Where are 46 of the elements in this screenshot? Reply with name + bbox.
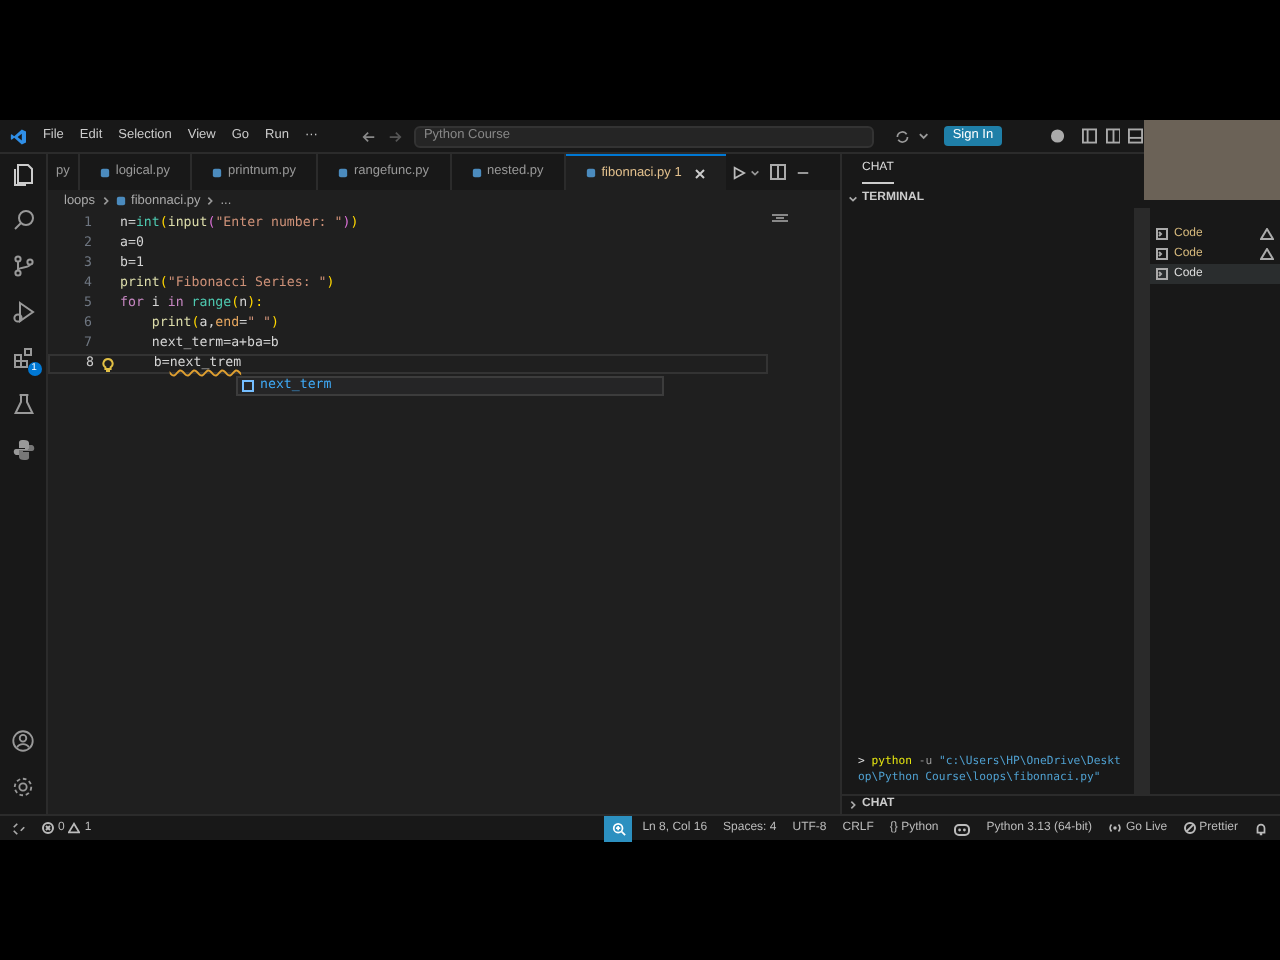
chevron-down-icon[interactable] xyxy=(749,167,760,177)
prohibited-icon xyxy=(1183,822,1196,834)
broadcast-icon xyxy=(1107,822,1122,834)
explorer-icon[interactable] xyxy=(11,162,35,186)
warning-icon xyxy=(68,822,81,834)
webcam-video-placeholder xyxy=(1143,120,1280,200)
variable-icon xyxy=(242,380,254,392)
sync-icon[interactable] xyxy=(894,127,912,145)
python-file-icon xyxy=(211,167,222,177)
python-file-icon xyxy=(99,167,110,177)
run-icon[interactable] xyxy=(731,165,746,179)
flask-icon[interactable] xyxy=(11,392,35,416)
bottom-panel-icon[interactable] xyxy=(1128,128,1144,144)
remote-icon[interactable] xyxy=(12,821,26,835)
forward-arrow-icon[interactable] xyxy=(387,129,402,143)
source-control-icon[interactable] xyxy=(11,254,35,278)
lightbulb-icon[interactable] xyxy=(102,357,114,371)
close-icon[interactable] xyxy=(693,167,706,179)
terminal-icon xyxy=(1156,248,1168,260)
error-icon xyxy=(42,822,54,834)
zoom-button[interactable] xyxy=(604,815,633,841)
python-file-icon xyxy=(337,167,348,177)
layout-icon[interactable] xyxy=(1082,128,1098,144)
chevron-right-icon xyxy=(206,196,215,206)
account-icon[interactable] xyxy=(12,730,34,752)
split-editor-icon[interactable] xyxy=(769,164,786,180)
back-arrow-icon[interactable] xyxy=(361,129,376,143)
chevron-down-icon xyxy=(848,193,858,203)
terminal-icon xyxy=(1156,268,1168,280)
python-file-icon xyxy=(585,168,596,178)
chevron-right-icon xyxy=(101,196,110,206)
terminal-icon xyxy=(1156,228,1168,240)
app-logo-icon xyxy=(10,127,27,145)
python-file-icon xyxy=(471,167,482,177)
python-file-icon xyxy=(115,196,126,206)
notification-bell-icon[interactable] xyxy=(1254,821,1268,835)
chevron-right-icon xyxy=(848,800,858,810)
split-panel-icon[interactable] xyxy=(1105,128,1121,144)
zoom-icon xyxy=(611,821,626,835)
run-debug-icon[interactable] xyxy=(11,300,35,324)
search-icon[interactable] xyxy=(11,208,35,232)
chevron-down-icon[interactable] xyxy=(917,130,929,142)
python-icon[interactable] xyxy=(11,438,35,462)
minimap-marker-icon xyxy=(772,214,788,222)
extensions-icon[interactable] xyxy=(11,346,35,370)
settings-icon[interactable] xyxy=(12,776,34,798)
